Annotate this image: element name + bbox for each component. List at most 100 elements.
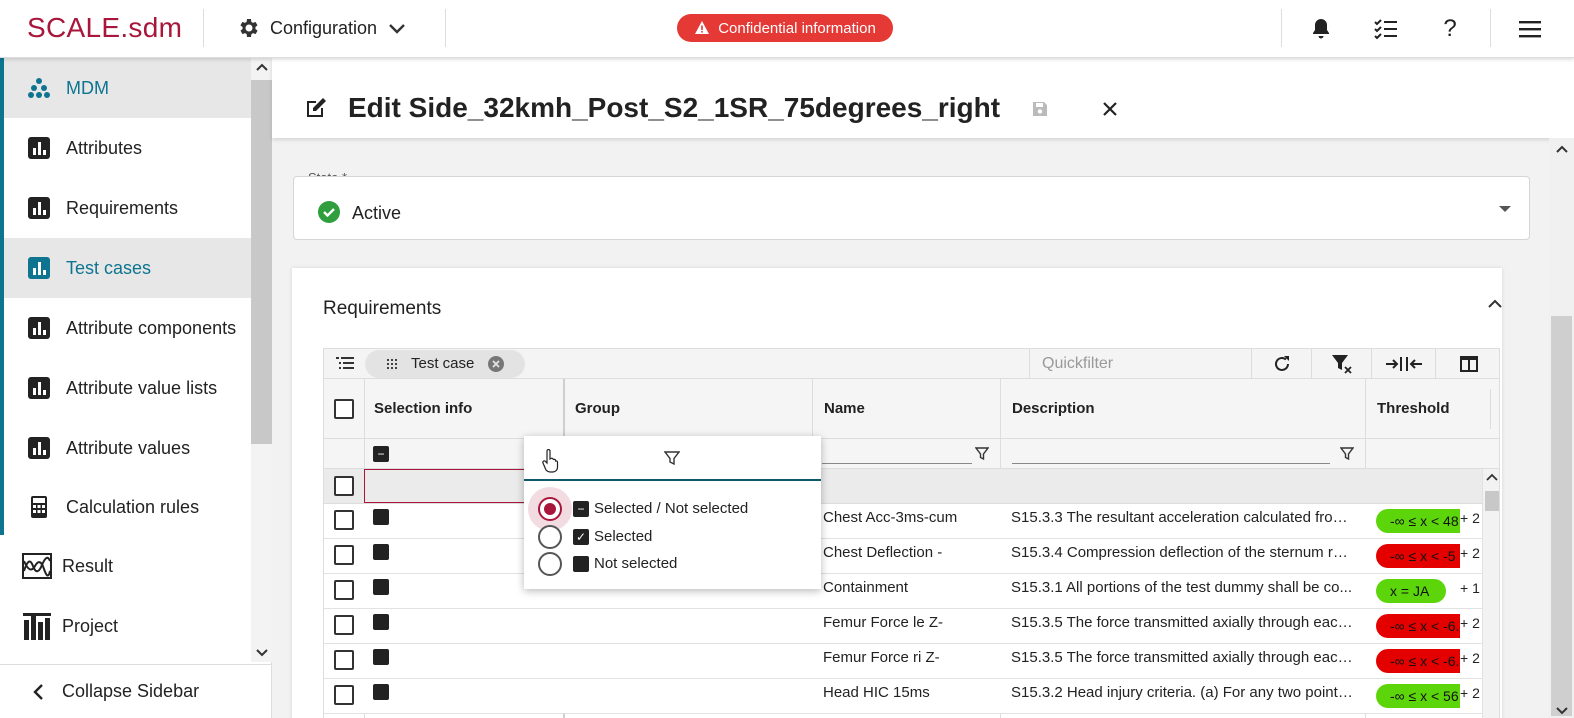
threshold-badge: -∞ ≤ x < -5 xyxy=(1376,544,1460,568)
threshold-extra: + 2 xyxy=(1460,615,1480,631)
sidebar-item-label: Attribute value lists xyxy=(66,377,218,398)
quickfilter-input[interactable]: Quickfilter xyxy=(1029,349,1251,379)
row-checkbox[interactable] xyxy=(334,476,354,496)
column-header-threshold[interactable]: Threshold xyxy=(1367,379,1450,439)
cell-name: Chest Acc-3ms-cum xyxy=(823,509,958,526)
threshold-badge: x = JA xyxy=(1376,579,1446,603)
threshold-badge: -∞ ≤ x < 48 xyxy=(1376,509,1460,533)
app-logo[interactable]: SCALE.sdm xyxy=(27,12,182,44)
row-checkbox[interactable] xyxy=(334,510,354,530)
sidebar-item-project[interactable]: Project xyxy=(0,596,247,656)
grid-scroll-thumb[interactable] xyxy=(1485,491,1499,511)
select-all-checkbox[interactable] xyxy=(334,399,354,419)
row-checkbox[interactable] xyxy=(334,580,354,600)
filter-icon xyxy=(664,451,680,466)
clear-filters-button[interactable] xyxy=(1311,349,1371,379)
group-panel-icon[interactable] xyxy=(336,356,354,372)
collapse-sidebar-button[interactable]: Collapse Sidebar xyxy=(0,664,272,718)
sidebar-item-label: Calculation rules xyxy=(66,496,200,517)
selection-filter-popup: − Selected / Not selected ✓ Selected Not… xyxy=(524,436,821,589)
filter-input-underline[interactable] xyxy=(524,479,821,481)
columns-chart-icon xyxy=(23,613,51,640)
sidebar-item-calculation-rules[interactable]: Calculation rules xyxy=(4,477,251,537)
column-header-name[interactable]: Name xyxy=(814,379,865,439)
grid-toolbar: Test case Quickfilter xyxy=(324,349,1499,379)
notifications-button[interactable] xyxy=(1306,14,1336,44)
table-row[interactable]: Femur Force le Z- S15.3.5 The force tran… xyxy=(324,609,1482,644)
main-menu-button[interactable] xyxy=(1515,14,1545,44)
chevron-up-icon[interactable] xyxy=(1486,473,1498,481)
sidebar-item-attributes[interactable]: Attributes xyxy=(4,118,251,178)
confidential-badge: Confidential information xyxy=(677,14,893,42)
row-checkbox[interactable] xyxy=(334,650,354,670)
tasks-button[interactable] xyxy=(1371,14,1401,44)
sidebar-item-attribute-values[interactable]: Attribute values xyxy=(4,418,251,478)
filter-option-selected-not-selected[interactable]: − Selected / Not selected xyxy=(524,487,821,531)
radio-button[interactable] xyxy=(538,525,562,549)
column-header-group[interactable]: Group xyxy=(565,379,620,439)
column-header-description[interactable]: Description xyxy=(1002,379,1095,439)
check-circle-icon xyxy=(318,201,340,223)
state-select[interactable]: Active xyxy=(293,176,1530,240)
sidebar-item-attribute-value-lists[interactable]: Attribute value lists xyxy=(4,358,251,418)
chevron-down-icon[interactable] xyxy=(255,648,269,658)
filter-option-selected[interactable]: ✓ Selected xyxy=(524,523,821,551)
row-checkbox[interactable] xyxy=(334,545,354,565)
sidebar-scroll-thumb[interactable] xyxy=(251,80,272,444)
selection-filter-toggle[interactable]: − xyxy=(373,446,389,462)
row-checkbox[interactable] xyxy=(334,685,354,705)
name-filter-input[interactable] xyxy=(822,463,972,464)
dropdown-arrow-icon xyxy=(1499,206,1511,212)
grid-filter-row: − xyxy=(324,439,1499,469)
close-icon[interactable] xyxy=(1103,102,1117,116)
sidebar-item-attribute-components[interactable]: Attribute components xyxy=(4,298,251,358)
top-bar: SCALE.sdm Configuration Confidential inf… xyxy=(0,0,1574,58)
clear-filter-icon xyxy=(1331,355,1352,374)
radio-button[interactable] xyxy=(538,552,562,576)
table-row[interactable]: Containment S15.3.1 All portions of the … xyxy=(324,574,1482,609)
row-checkbox[interactable] xyxy=(334,615,354,635)
calculator-icon xyxy=(31,496,47,518)
chevron-left-icon xyxy=(33,684,43,700)
table-row[interactable]: Femur Force ri Z- S15.3.5 The force tran… xyxy=(324,644,1482,679)
sidebar-item-result[interactable]: Result xyxy=(0,536,247,596)
cell-description: S15.3.5 The force transmitted axially th… xyxy=(1011,614,1356,631)
chevron-down-icon xyxy=(389,24,405,34)
question-icon: ? xyxy=(1443,15,1457,42)
filter-icon[interactable] xyxy=(975,447,989,461)
main-scroll-thumb[interactable] xyxy=(1551,316,1572,716)
sidebar-item-test-cases[interactable]: Test cases xyxy=(4,238,251,298)
table-row[interactable]: Head HIC 15ms S15.3.2 Head injury criter… xyxy=(324,679,1482,714)
grid-scrollbar[interactable] xyxy=(1482,469,1499,718)
autosize-columns-button[interactable] xyxy=(1371,349,1435,379)
column-header-selection-info[interactable]: Selection info xyxy=(364,379,472,439)
filter-option-not-selected[interactable]: Not selected xyxy=(524,550,821,578)
refresh-button[interactable] xyxy=(1251,349,1311,379)
filter-option-label: Selected / Not selected xyxy=(594,500,749,517)
threshold-badge: -∞ ≤ x < -6. xyxy=(1376,649,1460,673)
cell-description: S15.3.3 The resultant acceleration calcu… xyxy=(1011,509,1356,526)
remove-chip-icon[interactable] xyxy=(487,355,505,373)
group-row[interactable] xyxy=(324,469,1482,504)
radio-button[interactable] xyxy=(538,497,562,521)
table-row[interactable]: Chest Acc-3ms-cum S15.3.3 The resultant … xyxy=(324,504,1482,539)
collapse-panel-icon[interactable] xyxy=(1487,298,1503,310)
table-row[interactable]: Chest Deflection - S15.3.4 Compression d… xyxy=(324,539,1482,574)
hierarchy-icon xyxy=(28,78,50,98)
divider xyxy=(445,9,446,47)
column-divider xyxy=(1490,389,1491,429)
module-switcher[interactable]: Configuration xyxy=(236,13,407,43)
chevron-up-icon[interactable] xyxy=(255,62,269,72)
threshold-badge: -∞ ≤ x < 56 xyxy=(1376,684,1460,708)
page-header: Edit Side_32kmh_Post_S2_1SR_75degrees_ri… xyxy=(272,58,1574,138)
chevron-up-icon[interactable] xyxy=(1555,144,1569,154)
group-chip-test-case[interactable]: Test case xyxy=(365,350,525,378)
column-chooser-button[interactable] xyxy=(1435,349,1499,379)
save-icon[interactable] xyxy=(1032,101,1048,117)
filter-icon[interactable] xyxy=(1340,447,1354,461)
chevron-down-icon[interactable] xyxy=(1555,706,1569,716)
description-filter-input[interactable] xyxy=(1012,463,1330,464)
help-button[interactable]: ? xyxy=(1435,14,1465,44)
sidebar-item-mdm[interactable]: MDM xyxy=(4,58,251,118)
sidebar-item-requirements[interactable]: Requirements xyxy=(4,178,251,238)
